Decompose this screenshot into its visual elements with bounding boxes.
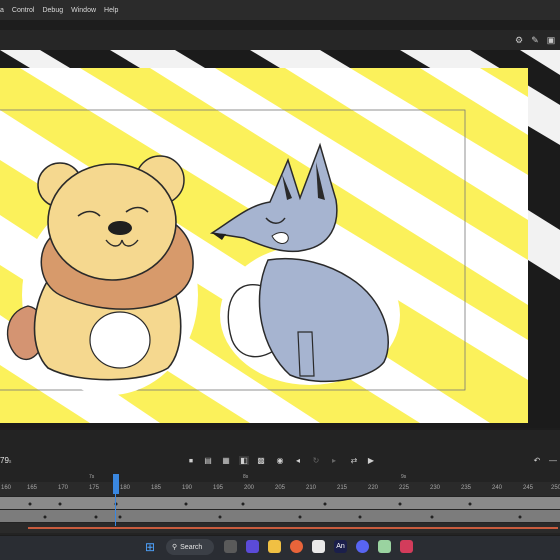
menu-bar: a Control Debug Window Help <box>0 0 560 20</box>
chat-app-icon[interactable] <box>246 540 259 553</box>
ruler-marker-9s: 9s <box>401 474 407 480</box>
firefox-icon[interactable] <box>290 540 303 553</box>
app-icon[interactable] <box>378 540 391 553</box>
keyframe-strip <box>28 502 472 506</box>
menu-item-debug[interactable]: Debug <box>38 7 67 14</box>
prev-keyframe-icon[interactable]: ◂ <box>293 456 303 465</box>
search-icon: ⚲ <box>172 544 178 551</box>
stage-canvas <box>0 50 560 428</box>
stage-toolbar: ⚙ ✎ ▣ <box>0 30 560 50</box>
audio-waveform <box>28 527 558 529</box>
menu-item-partial[interactable]: a <box>0 7 8 14</box>
undo-icon[interactable]: ↶ <box>532 456 542 465</box>
taskbar-search-label: Search <box>180 543 203 551</box>
edit-frames-button[interactable]: ▦ <box>221 456 231 465</box>
loop-playback-icon[interactable]: ⇄ <box>349 456 359 465</box>
first-frame-button[interactable]: ⏹ <box>186 456 196 465</box>
ruler-marker-7s: 7s <box>89 474 95 480</box>
stage-icon[interactable]: ▣ <box>546 35 556 45</box>
animate-app-icon[interactable]: An <box>334 540 347 553</box>
onion-skin-button[interactable]: ▤ <box>203 456 213 465</box>
stage-area[interactable] <box>0 50 560 428</box>
sync-button[interactable]: ◧ <box>239 456 249 465</box>
discord-icon[interactable] <box>356 540 369 553</box>
frame-view-button[interactable]: ▩ <box>256 456 266 465</box>
play-button[interactable]: ▶ <box>366 456 376 465</box>
task-view-icon[interactable] <box>224 540 237 553</box>
menu-item-help[interactable]: Help <box>100 7 122 14</box>
layer-row[interactable] <box>0 497 560 509</box>
zoom-slider-handle[interactable]: — <box>548 456 558 465</box>
next-keyframe-icon[interactable]: ▸ <box>329 456 339 465</box>
start-icon[interactable]: ⊞ <box>145 541 157 553</box>
current-frame-number: 79s <box>0 456 12 465</box>
menu-item-control[interactable]: Control <box>8 7 39 14</box>
brush-icon[interactable]: ✎ <box>530 35 540 45</box>
record-icon[interactable]: ◉ <box>275 456 285 465</box>
file-explorer-icon[interactable] <box>268 540 281 553</box>
playhead[interactable] <box>113 474 119 526</box>
timeline-ruler[interactable]: 160 165 170 175 180 185 190 195 200 205 … <box>0 482 560 496</box>
audio-layer[interactable] <box>0 523 560 533</box>
app-icon-2[interactable] <box>400 540 413 553</box>
menu-item-window[interactable]: Window <box>67 7 100 14</box>
taskbar-search[interactable]: ⚲ Search <box>166 539 214 555</box>
ruler-marker-8s: 8s <box>243 474 249 480</box>
gear-icon[interactable]: ⚙ <box>514 35 524 45</box>
store-icon[interactable] <box>312 540 325 553</box>
loop-icon[interactable]: ↻ <box>311 456 321 465</box>
layer-row[interactable] <box>0 510 560 522</box>
keyframe-strip <box>43 515 522 519</box>
